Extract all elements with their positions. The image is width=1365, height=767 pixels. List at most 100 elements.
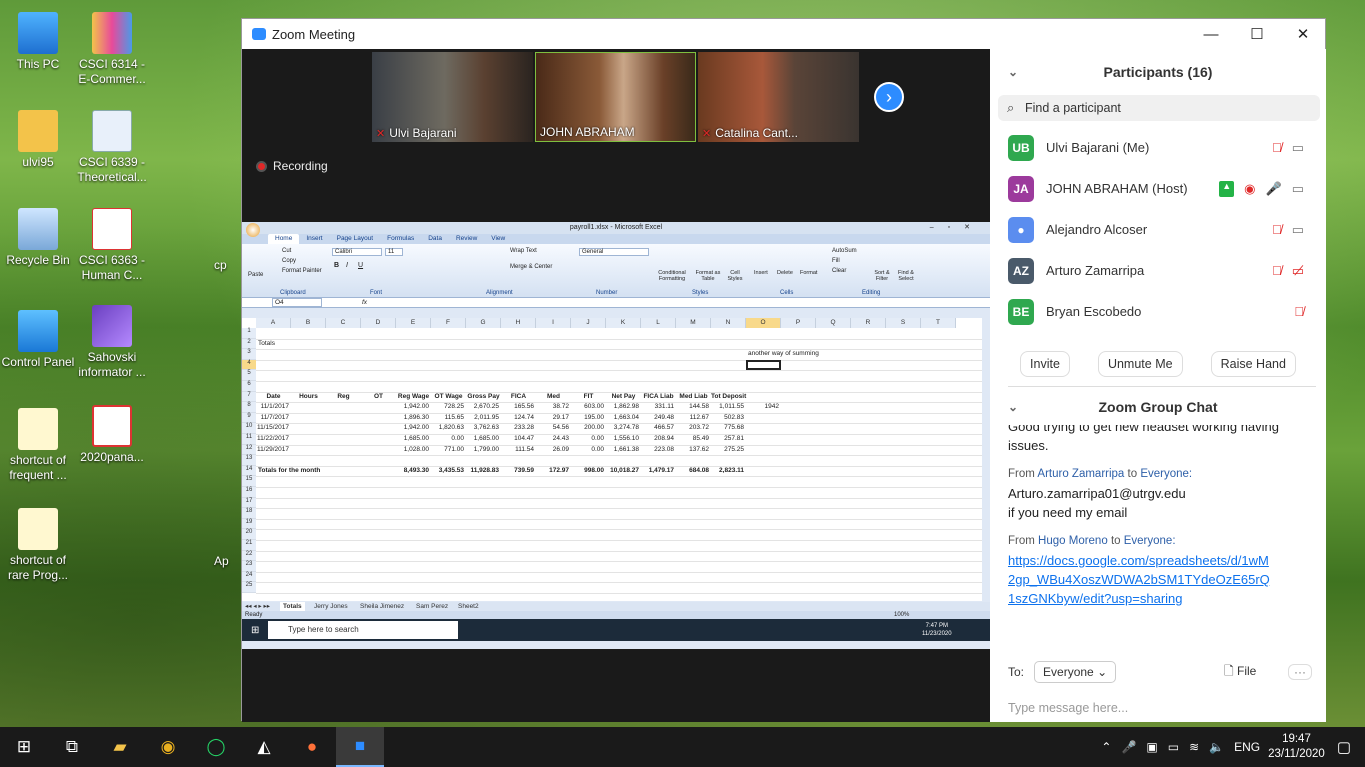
row-header[interactable]: 3 <box>242 349 256 360</box>
video-tile[interactable]: ✕ Catalina Cant... <box>698 52 859 142</box>
tab-formulas[interactable]: Formulas <box>380 234 421 244</box>
mic-icon[interactable]: 🎤 <box>1266 181 1282 197</box>
selected-cell[interactable] <box>746 359 781 371</box>
column-header[interactable]: R <box>851 318 886 328</box>
participant-row[interactable]: JA JOHN ABRAHAM (Host) ▲ ◉ 🎤 ▭ <box>990 168 1326 209</box>
cell[interactable]: FICA <box>501 392 536 402</box>
row-header[interactable]: 9 <box>242 412 256 424</box>
cell[interactable]: 1,556.10 <box>606 434 639 444</box>
autosum-button[interactable]: AutoSum <box>832 248 857 254</box>
merge-center-button[interactable]: Merge & Center <box>510 264 552 270</box>
desktop-icon-csci6314[interactable]: CSCI 6314 - E-Commer... <box>74 12 150 87</box>
close-button[interactable]: ✕ <box>1280 19 1326 49</box>
row-header[interactable]: 25 <box>242 582 256 593</box>
cell[interactable]: 1,685.00 <box>396 434 429 444</box>
cell[interactable]: 775.68 <box>711 423 744 433</box>
cell[interactable]: 3,435.53 <box>431 466 464 476</box>
paste-button[interactable]: Paste <box>248 272 263 278</box>
column-header[interactable]: H <box>501 318 536 328</box>
conditional-formatting-button[interactable]: Conditional Formatting <box>652 270 692 282</box>
chevron-down-icon[interactable]: ⌄ <box>1008 65 1018 79</box>
tab-insert[interactable]: Insert <box>299 234 329 244</box>
cell[interactable]: FICA Liab <box>641 392 676 402</box>
format-as-table-button[interactable]: Format as Table <box>692 270 724 282</box>
cell[interactable]: 2,670.25 <box>466 402 499 412</box>
row-header[interactable]: 6 <box>242 381 256 392</box>
font-select[interactable]: Calibri <box>332 248 382 256</box>
column-header[interactable]: D <box>361 318 396 328</box>
excel-window-controls[interactable]: –▫✕ <box>930 222 984 234</box>
column-header[interactable]: T <box>921 318 956 328</box>
desktop-icon-ulvi95[interactable]: ulvi95 <box>0 110 76 170</box>
cell[interactable]: 771.00 <box>431 445 464 455</box>
number-format-select[interactable]: General <box>579 248 649 256</box>
cell[interactable]: 275.25 <box>711 445 744 455</box>
sheet-tab-totals[interactable]: Totals <box>280 602 305 611</box>
chevron-up-icon[interactable]: ⌃ <box>1101 740 1111 754</box>
unmute-me-button[interactable]: Unmute Me <box>1097 351 1183 377</box>
row-header[interactable]: 17 <box>242 497 256 509</box>
row-header[interactable]: 1 <box>242 328 256 339</box>
cell[interactable]: 112.67 <box>676 413 709 423</box>
cell[interactable]: 172.97 <box>536 466 569 476</box>
invite-button[interactable]: Invite <box>1020 351 1070 377</box>
cell[interactable]: 1,799.00 <box>466 445 499 455</box>
cell[interactable]: 38.72 <box>536 402 569 412</box>
mic-muted-icon[interactable]: 🎙̸ <box>1272 140 1282 156</box>
cell[interactable]: 1,942.00 <box>396 423 429 433</box>
whatsapp-button[interactable]: ◯ <box>192 727 240 767</box>
cell[interactable]: 195.00 <box>571 413 604 423</box>
row-header[interactable]: 16 <box>242 487 256 498</box>
cell[interactable]: 104.47 <box>501 434 534 444</box>
cell[interactable]: 3,762.63 <box>466 423 499 433</box>
zoom-taskbar-button[interactable]: ■ <box>336 727 384 767</box>
cell[interactable]: 8,493.30 <box>396 466 429 476</box>
cell[interactable]: 603.00 <box>571 402 604 412</box>
cell[interactable]: 1942 <box>746 402 779 412</box>
cell[interactable]: 11/1/2017 <box>256 402 289 412</box>
row-header[interactable]: 20 <box>242 529 256 540</box>
cell[interactable]: 1,896.30 <box>396 413 429 423</box>
formula-input[interactable] <box>371 298 990 307</box>
cell[interactable]: Gross Pay <box>466 392 501 402</box>
cell[interactable]: 502.83 <box>711 413 744 423</box>
row-header[interactable]: 18 <box>242 508 256 519</box>
font-size-select[interactable]: 11 <box>385 248 403 256</box>
cell[interactable]: 1,862.98 <box>606 402 639 412</box>
tab-view[interactable]: View <box>484 234 512 244</box>
cell[interactable]: 11/22/2017 <box>256 434 289 444</box>
underline-button[interactable]: U <box>358 262 363 269</box>
minimize-button[interactable]: — <box>1188 19 1234 49</box>
more-options-button[interactable]: ··· <box>1288 664 1312 680</box>
cell[interactable]: 11,928.83 <box>466 466 499 476</box>
italic-button[interactable]: I <box>346 262 348 269</box>
column-header[interactable]: A <box>256 318 291 328</box>
cell[interactable]: 1,028.00 <box>396 445 429 455</box>
row-header[interactable]: 12 <box>242 444 256 456</box>
cell[interactable]: 998.00 <box>571 466 604 476</box>
raise-hand-button[interactable]: Raise Hand <box>1210 351 1296 377</box>
cell[interactable]: 26.09 <box>536 445 569 455</box>
cell[interactable]: Reg Wage <box>396 392 431 402</box>
maximize-button[interactable]: ☐ <box>1234 19 1280 49</box>
cell[interactable]: Med <box>536 392 571 402</box>
cut-button[interactable]: Cut <box>282 248 291 254</box>
column-header[interactable]: N <box>711 318 746 328</box>
task-view-button[interactable]: ⧉ <box>48 727 96 767</box>
cell[interactable]: 0.00 <box>571 445 604 455</box>
column-header[interactable]: K <box>606 318 641 328</box>
sheet-tab-sam-perez[interactable]: Sam Perez <box>416 602 448 611</box>
column-header[interactable]: L <box>641 318 676 328</box>
cell[interactable]: 0.00 <box>431 434 464 444</box>
column-header[interactable]: C <box>326 318 361 328</box>
column-header[interactable]: P <box>781 318 816 328</box>
row-header[interactable]: 4 <box>242 359 256 371</box>
cell[interactable]: Net Pay <box>606 392 641 402</box>
format-painter-button[interactable]: Format Painter <box>282 268 322 274</box>
row-header[interactable]: 14 <box>242 465 256 477</box>
desktop-icon-this-pc[interactable]: This PC <box>0 12 76 72</box>
cell[interactable]: 257.81 <box>711 434 744 444</box>
name-box[interactable]: O4 <box>272 298 322 307</box>
insert-cells-button[interactable]: Insert <box>754 270 768 276</box>
video-tile-active[interactable]: JOHN ABRAHAM <box>535 52 696 142</box>
